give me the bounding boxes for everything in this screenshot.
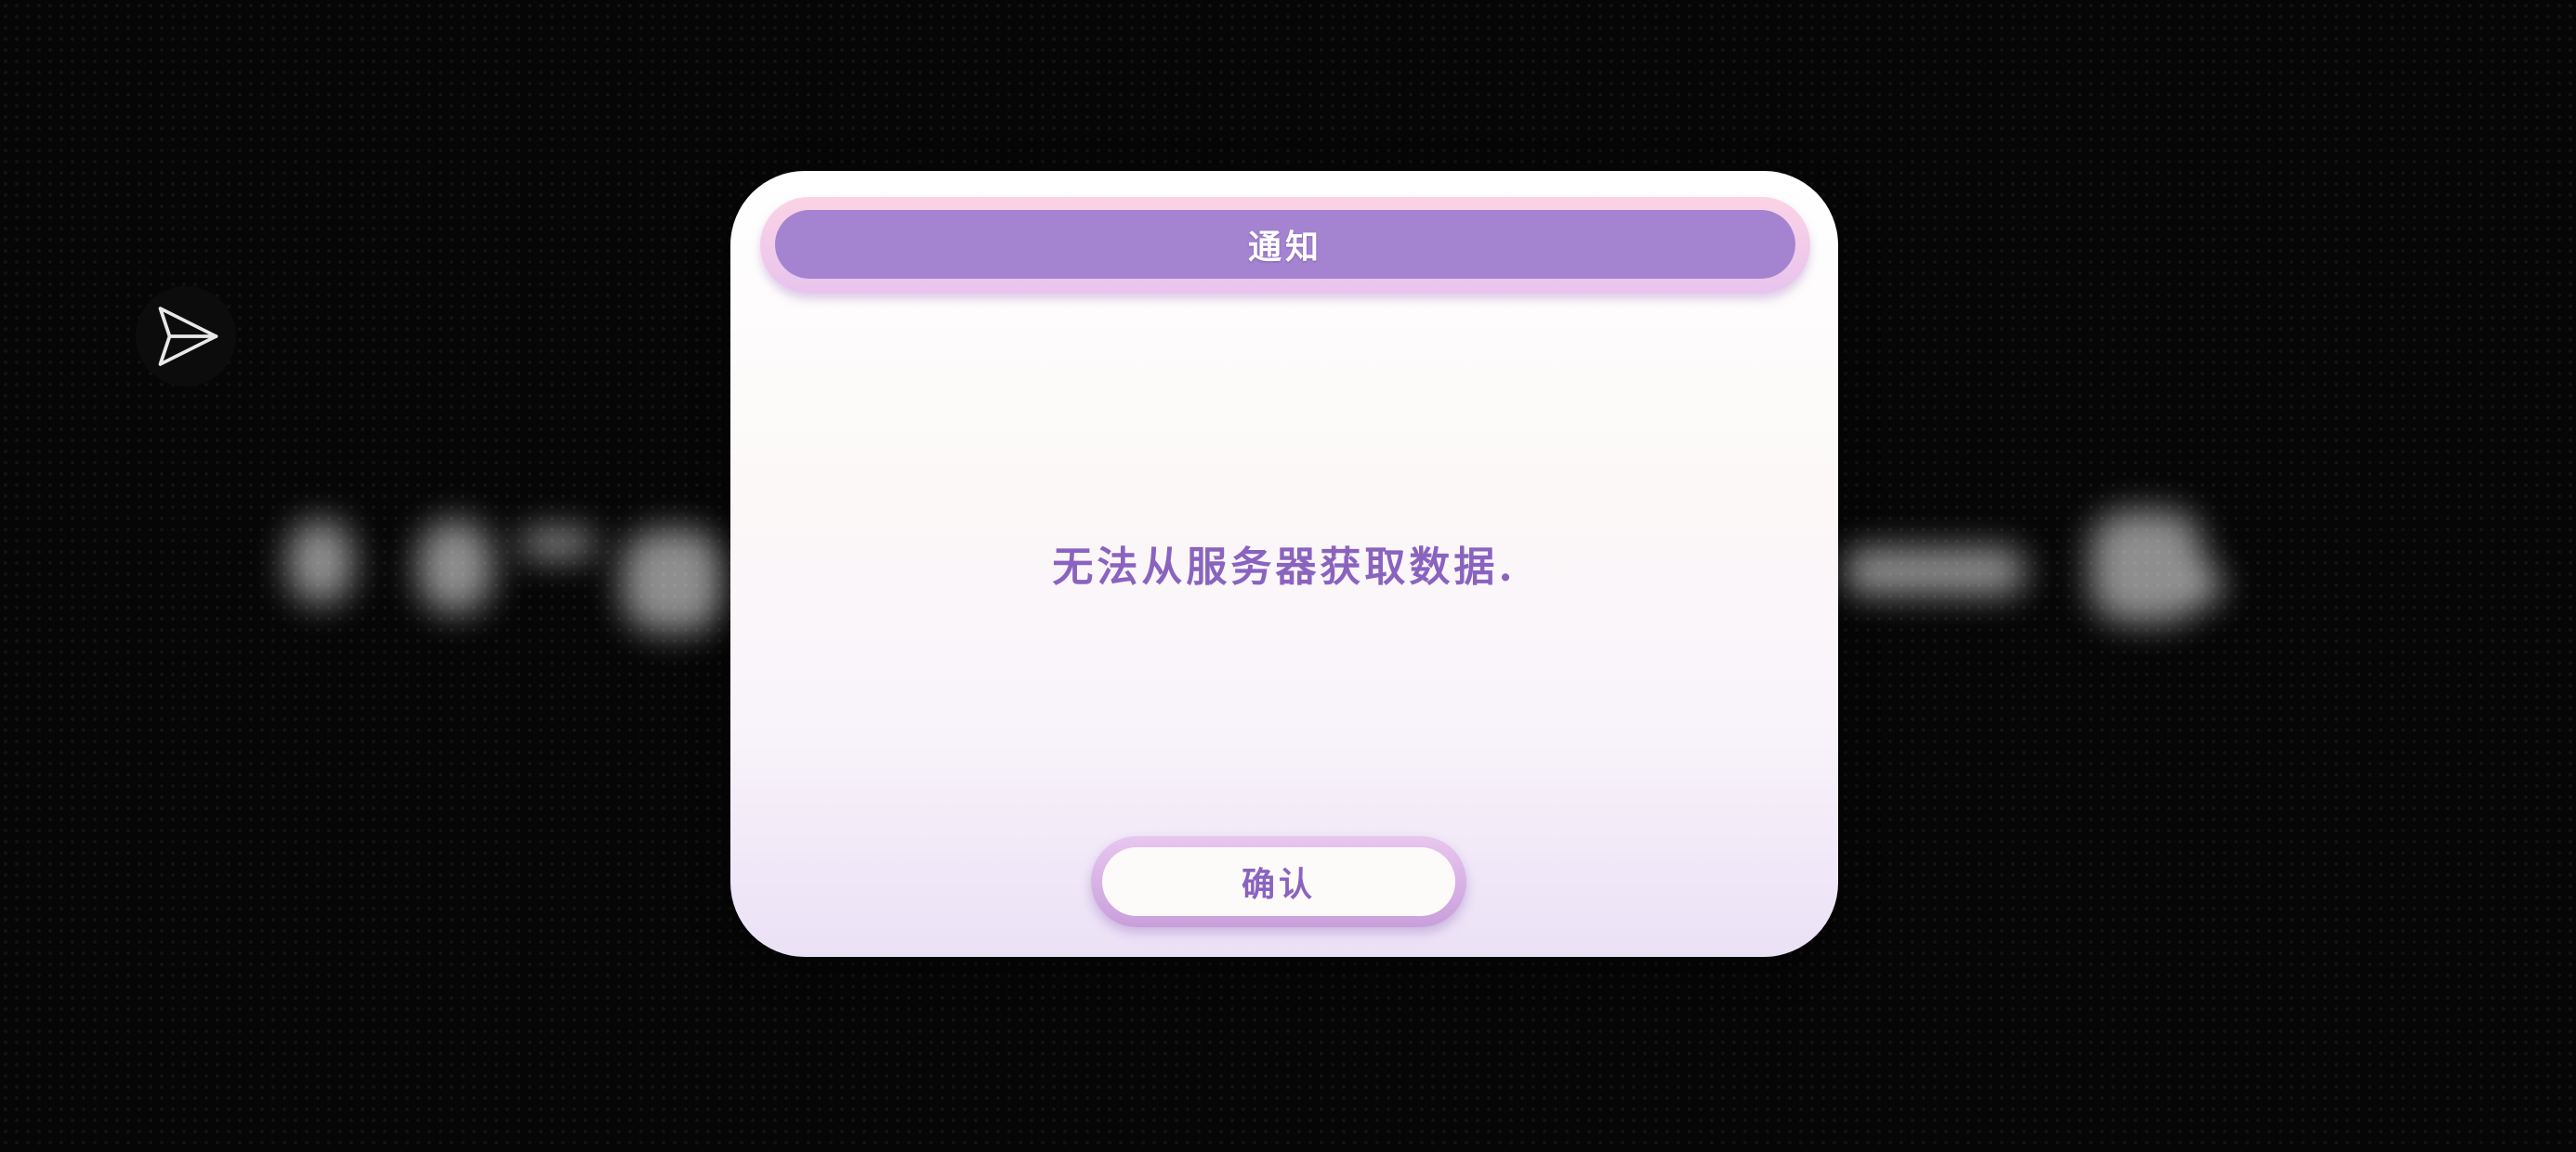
send-button[interactable] [136, 286, 236, 386]
paper-plane-icon [158, 307, 218, 366]
blurred-shape [418, 520, 493, 613]
blurred-shape [2091, 511, 2202, 622]
app-screen: 通知 无法从服务器获取数据. 确认 [0, 0, 2576, 1152]
dialog-message: 无法从服务器获取数据. [1052, 543, 1517, 591]
blurred-shape [288, 520, 353, 604]
dialog-title-bar: 通知 [775, 210, 1795, 279]
blurred-shape [623, 530, 725, 632]
dialog-title-bar-frame: 通知 [760, 197, 1810, 294]
blurred-shape [1840, 548, 2026, 595]
blurred-shape [520, 530, 595, 557]
confirm-button-face[interactable]: 确认 [1102, 847, 1455, 916]
confirm-button[interactable]: 确认 [1091, 836, 1466, 927]
blurred-shape [2193, 567, 2221, 604]
dialog-title: 通知 [1247, 228, 1322, 267]
confirm-button-label: 确认 [1241, 865, 1316, 904]
notification-dialog: 通知 无法从服务器获取数据. 确认 [730, 171, 1838, 957]
